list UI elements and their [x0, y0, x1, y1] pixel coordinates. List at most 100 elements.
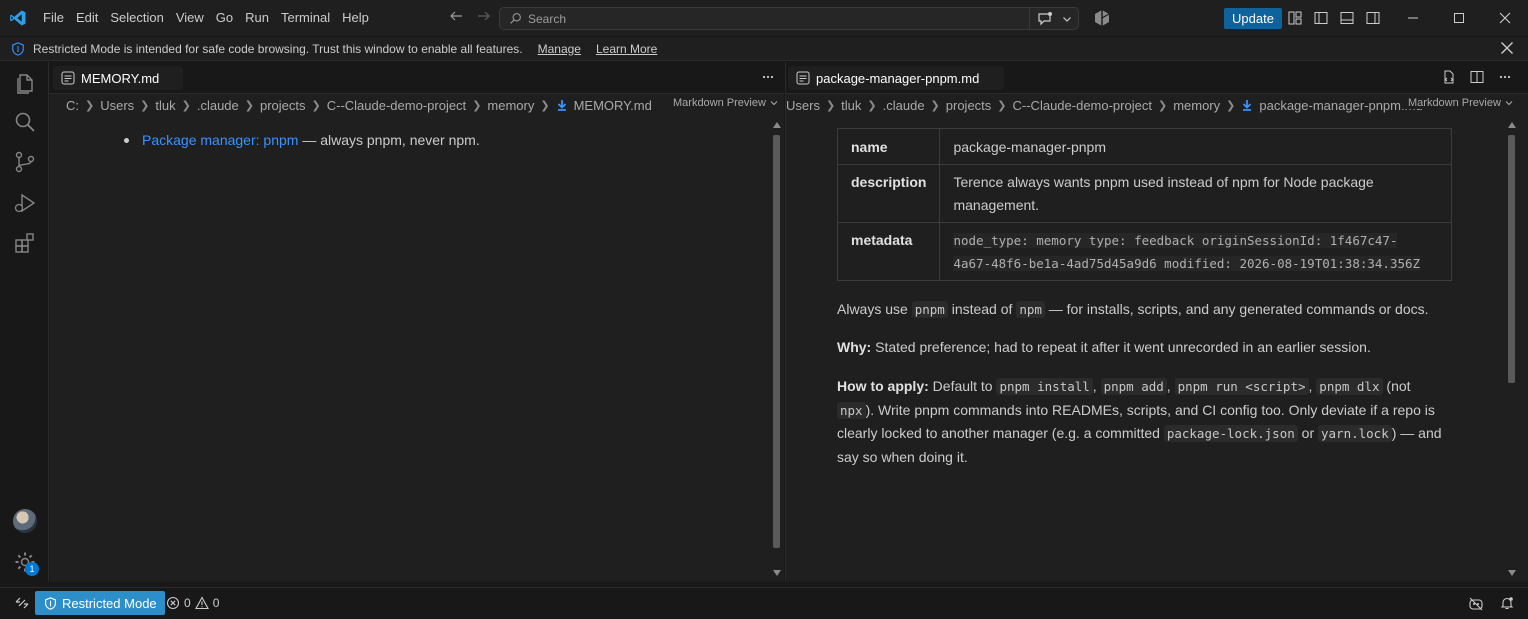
- frontmatter-value: Terence always wants pnpm used instead o…: [939, 164, 1452, 223]
- extensions-icon[interactable]: [12, 230, 37, 255]
- title-bar: File Edit Selection View Go Run Terminal…: [0, 0, 1528, 36]
- description-line: management.: [953, 197, 1040, 213]
- breadcrumb-item[interactable]: projects: [260, 98, 306, 113]
- list-item-text: — always pnpm, never npm.: [298, 132, 480, 148]
- breadcrumb-item[interactable]: .claude: [197, 98, 239, 113]
- right-editor-actions: [1442, 70, 1512, 84]
- menu-run[interactable]: Run: [239, 6, 275, 30]
- banner-message: Restricted Mode is intended for safe cod…: [33, 41, 523, 56]
- maximize-icon[interactable]: [1436, 0, 1482, 36]
- remote-indicator-icon[interactable]: [15, 596, 29, 610]
- copilot-icon[interactable]: [1093, 9, 1111, 27]
- forward-arrow-icon[interactable]: [476, 8, 492, 24]
- breadcrumb-file[interactable]: MEMORY.md: [574, 98, 652, 113]
- notifications-bell-icon[interactable]: [1500, 596, 1514, 612]
- paragraph-why: Why: Stated preference; had to repeat it…: [837, 336, 1457, 359]
- breadcrumb-item[interactable]: projects: [946, 98, 992, 113]
- account-avatar[interactable]: [13, 509, 37, 533]
- menu-help[interactable]: Help: [336, 6, 375, 30]
- learn-more-link[interactable]: Learn More: [596, 42, 657, 56]
- right-scrollbar[interactable]: [1507, 120, 1516, 580]
- frontmatter-value: node_type: memory type: feedback originS…: [939, 222, 1452, 281]
- menu-view[interactable]: View: [170, 6, 210, 30]
- customize-layout-icon[interactable]: [1287, 10, 1303, 26]
- markdown-preview-button[interactable]: Markdown Preview: [1402, 97, 1513, 109]
- text: (not: [1382, 378, 1411, 394]
- status-bar: Restricted Mode 0 0: [0, 587, 1528, 619]
- shield-icon: [44, 596, 57, 610]
- text: ) — and: [1391, 425, 1442, 441]
- shield-icon: [11, 41, 25, 56]
- markdown-file-icon: [556, 99, 568, 111]
- warning-count: 0: [212, 596, 220, 610]
- preview-icon: [796, 71, 810, 85]
- update-button[interactable]: Update: [1224, 8, 1282, 29]
- frontmatter-key: name: [836, 128, 941, 165]
- why-label: Why:: [837, 339, 872, 355]
- metadata-line: 4a67-48f6-be1a-4ad75d45a9d6 modified: 20…: [953, 256, 1421, 271]
- menu-selection[interactable]: Selection: [104, 6, 169, 30]
- search-placeholder: Search: [528, 11, 567, 26]
- tab-memory-md[interactable]: MEMORY.md: [53, 66, 183, 90]
- text: ,: [1166, 378, 1175, 394]
- toggle-secondary-sidebar-icon[interactable]: [1365, 10, 1381, 26]
- text: instead of: [947, 301, 1017, 317]
- menu-file[interactable]: File: [37, 6, 70, 30]
- table-row: description Terence always wants pnpm us…: [836, 164, 1452, 223]
- chat-icon[interactable]: [1036, 11, 1054, 27]
- right-tab-bar: package-manager-pnpm.md: [786, 62, 1528, 94]
- how-to-apply-label: How to apply:: [837, 378, 929, 394]
- manage-link[interactable]: Manage: [538, 42, 581, 56]
- menu-terminal[interactable]: Terminal: [275, 6, 336, 30]
- source-control-icon[interactable]: [12, 149, 37, 174]
- tab-package-manager-pnpm-md[interactable]: package-manager-pnpm.md: [788, 66, 1004, 90]
- markdown-preview-label: Markdown Preview: [1408, 97, 1501, 109]
- menu-edit[interactable]: Edit: [70, 6, 104, 30]
- run-debug-icon[interactable]: [12, 190, 37, 215]
- open-source-icon[interactable]: [1442, 70, 1456, 84]
- toggle-panel-icon[interactable]: [1339, 10, 1355, 26]
- search-icon[interactable]: [12, 109, 37, 134]
- breadcrumb-item[interactable]: Users: [100, 98, 134, 113]
- back-arrow-icon[interactable]: [448, 8, 464, 24]
- breadcrumb-file[interactable]: package-manager-pnpm.md: [1259, 98, 1422, 113]
- more-actions-icon[interactable]: [1498, 70, 1512, 84]
- menu-go[interactable]: Go: [210, 6, 239, 30]
- breadcrumb-item[interactable]: memory: [1173, 98, 1220, 113]
- toggle-primary-sidebar-icon[interactable]: [1313, 10, 1329, 26]
- breadcrumb-item[interactable]: C--Claude-demo-project: [1013, 98, 1152, 113]
- restricted-mode-status[interactable]: Restricted Mode: [35, 591, 165, 615]
- minimize-icon[interactable]: [1390, 0, 1436, 36]
- copilot-status-icon[interactable]: [1468, 596, 1484, 612]
- frontmatter-key: metadata: [836, 222, 941, 281]
- split-editor-icon[interactable]: [1470, 70, 1484, 84]
- table-row: name package-manager-pnpm: [836, 128, 1452, 165]
- memory-link[interactable]: Package manager: pnpm: [142, 132, 298, 148]
- error-icon: [166, 596, 180, 610]
- markdown-preview-button[interactable]: Markdown Preview: [667, 97, 778, 109]
- problems-status[interactable]: 0 0: [166, 596, 219, 610]
- error-count: 0: [184, 596, 191, 610]
- breadcrumb-item[interactable]: C--Claude-demo-project: [327, 98, 466, 113]
- breadcrumb-item[interactable]: C:: [66, 98, 79, 113]
- frontmatter-key: description: [836, 164, 941, 223]
- breadcrumb-item[interactable]: tluk: [841, 98, 861, 113]
- preview-icon: [61, 71, 75, 85]
- search-icon: [509, 12, 522, 25]
- more-actions-icon[interactable]: [761, 70, 775, 84]
- breadcrumb-item[interactable]: memory: [487, 98, 534, 113]
- left-tab-bar: MEMORY.md: [50, 62, 784, 94]
- text: or: [1297, 425, 1318, 441]
- frontmatter-value: package-manager-pnpm: [939, 128, 1452, 165]
- breadcrumb-item[interactable]: tluk: [155, 98, 175, 113]
- breadcrumb-item[interactable]: Users: [786, 98, 820, 113]
- explorer-icon[interactable]: [12, 69, 37, 94]
- close-icon[interactable]: [1500, 41, 1514, 55]
- left-scrollbar[interactable]: [772, 120, 781, 580]
- description-line: Terence always wants pnpm used instead o…: [953, 174, 1374, 190]
- manage-gear-icon[interactable]: 1: [13, 550, 39, 576]
- close-window-icon[interactable]: [1482, 0, 1528, 36]
- breadcrumb-item[interactable]: .claude: [883, 98, 925, 113]
- chevron-down-icon[interactable]: [1062, 14, 1072, 24]
- search-input[interactable]: Search: [499, 7, 1079, 30]
